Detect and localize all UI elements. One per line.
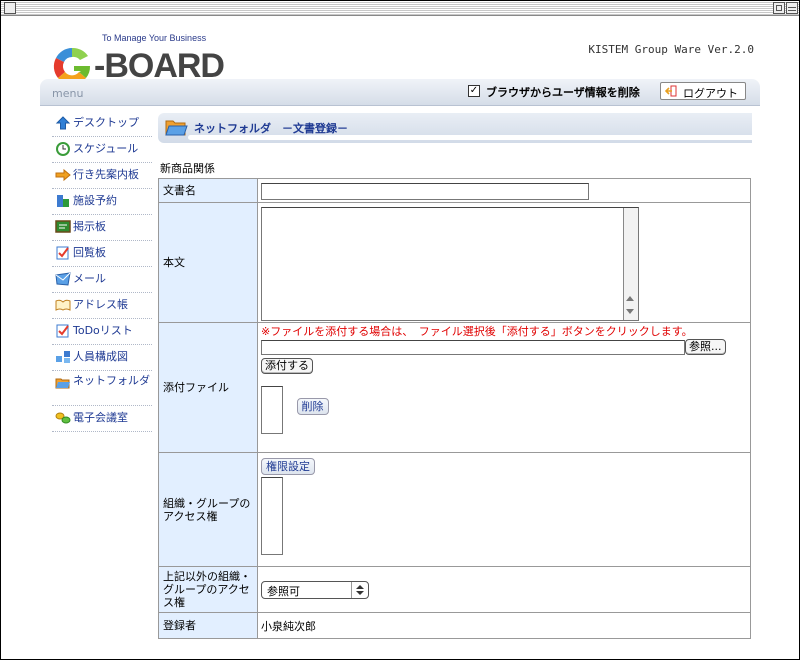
permission-settings-button[interactable]: 権限設定 (261, 458, 315, 475)
clock-icon (56, 142, 70, 156)
other-access-label: 上記以外の組織・グループのアクセス権 (158, 566, 258, 613)
todo-icon (56, 324, 69, 338)
checklist-icon (56, 246, 69, 260)
logout-label: ログアウト (683, 87, 738, 100)
zoom-box-icon[interactable] (773, 2, 785, 14)
sidebar-item-destination-board[interactable]: 行き先案内板 (52, 163, 152, 189)
sidebar-item-org-chart[interactable]: 人員構成図 (52, 345, 152, 371)
sidebar-item-bulletin-board[interactable]: 掲示板 (52, 215, 152, 241)
net-folder-header-icon (165, 120, 188, 136)
registrant-value: 小泉純次郎 (261, 619, 316, 633)
sidebar-item-label: スケジュール (73, 142, 139, 155)
sidebar-item-net-folder[interactable]: ネットフォルダ (52, 371, 152, 406)
sidebar-item-label: メール (73, 272, 106, 285)
sidebar-item-label: 人員構成図 (73, 350, 128, 363)
delete-attachment-button[interactable]: 削除 (296, 398, 329, 415)
attachment-label: 添付ファイル (158, 322, 258, 453)
sidebar-menu: デスクトップ スケジュール 行き先案内板 施設予約 掲示板 回覧板 メール アド… (52, 111, 152, 432)
doc-name-cell (257, 178, 751, 203)
sidebar-item-label: ネットフォルダ (73, 374, 150, 387)
org-access-label: 組織・グループのアクセス権 (158, 452, 258, 567)
attachment-cell: ※ファイルを添付する場合は、 ファイル選択後「添付する」ボタンをクリックします。… (257, 322, 751, 453)
sidebar-item-label: 施設予約 (73, 194, 117, 207)
delete-user-info-checkbox[interactable]: ✓ (468, 85, 480, 97)
org-chart-icon (56, 351, 70, 363)
sidebar-item-facility-booking[interactable]: 施設予約 (52, 189, 152, 215)
body-cell (257, 202, 751, 323)
up-arrow-icon (55, 116, 71, 130)
version-label: KISTEM Group Ware Ver.2.0 (588, 43, 754, 56)
right-arrow-icon (55, 168, 71, 182)
file-select-row: 参照... (261, 339, 750, 356)
registrant-cell: 小泉純次郎 (257, 612, 751, 639)
org-access-list[interactable] (261, 477, 283, 555)
browse-button[interactable]: 参照... (685, 339, 726, 355)
attach-button[interactable]: 添付する (261, 358, 313, 374)
sidebar-item-schedule[interactable]: スケジュール (52, 137, 152, 163)
top-bar: menu ✓ ブラウザからユーザ情報を削除 ログアウト (40, 79, 760, 106)
sidebar-item-todo[interactable]: ToDoリスト (52, 319, 152, 345)
page-header: ネットフォルダ －文書登録－ (158, 113, 752, 143)
body-textarea[interactable] (261, 206, 639, 321)
sidebar-item-label: ToDoリスト (73, 324, 133, 337)
conference-icon (55, 412, 71, 424)
sidebar-item-label: 掲示板 (73, 220, 106, 233)
sidebar-item-label: 回覧板 (73, 246, 106, 259)
menu-title: menu (52, 87, 84, 100)
logout-icon (665, 85, 677, 97)
mail-icon (55, 272, 71, 286)
org-access-cell: 権限設定 (257, 452, 751, 567)
sidebar-item-label: 電子会議室 (73, 411, 128, 424)
folder-icon (55, 378, 70, 389)
collapse-box-icon[interactable] (786, 2, 798, 14)
registrant-label: 登録者 (158, 612, 258, 639)
body-scrollbar[interactable] (623, 207, 638, 320)
other-access-cell: 参照可 (257, 566, 751, 613)
attached-files-list[interactable] (261, 386, 283, 434)
body-label: 本文 (158, 202, 258, 323)
delete-user-info-label: ブラウザからユーザ情報を削除 (486, 86, 640, 99)
sidebar-item-desktop[interactable]: デスクトップ (52, 111, 152, 137)
doc-name-input[interactable] (261, 182, 589, 200)
close-box-icon[interactable] (4, 2, 16, 14)
logo-tagline: To Manage Your Business (102, 33, 207, 43)
page-content: To Manage Your Business -BOARD KISTEM Gr… (2, 16, 798, 659)
sidebar-item-label: アドレス帳 (73, 298, 128, 311)
folder-caption: 新商品関係 (160, 162, 215, 175)
page-title: ネットフォルダ －文書登録－ (194, 122, 348, 135)
select-arrows-icon (351, 582, 368, 598)
logout-button[interactable]: ログアウト (660, 82, 746, 100)
document-form: 文書名 本文 添付ファイル ※ファイルを添付する場合は、 ファイル選択後「添付す… (158, 178, 751, 639)
other-access-value: 参照可 (267, 585, 300, 598)
sidebar-item-conference[interactable]: 電子会議室 (52, 406, 152, 432)
browser-window: To Manage Your Business -BOARD KISTEM Gr… (0, 0, 800, 660)
sidebar-item-circular[interactable]: 回覧板 (52, 241, 152, 267)
file-path-input[interactable] (261, 340, 685, 355)
attached-files-row: 削除 (261, 386, 750, 434)
address-book-icon (55, 299, 71, 311)
sidebar-item-mail[interactable]: メール (52, 267, 152, 293)
window-titlebar[interactable] (1, 1, 799, 16)
building-icon (57, 195, 69, 207)
doc-name-label: 文書名 (158, 178, 258, 203)
bulletin-board-icon (55, 220, 71, 233)
sidebar-item-address-book[interactable]: アドレス帳 (52, 293, 152, 319)
other-access-select[interactable]: 参照可 (261, 581, 369, 599)
scroll-up-icon[interactable] (626, 295, 634, 301)
scroll-down-icon[interactable] (626, 308, 634, 314)
sidebar-item-label: デスクトップ (73, 116, 139, 129)
sidebar-item-label: 行き先案内板 (73, 168, 139, 181)
attachment-note: ※ファイルを添付する場合は、 ファイル選択後「添付する」ボタンをクリックします。 (261, 325, 693, 338)
